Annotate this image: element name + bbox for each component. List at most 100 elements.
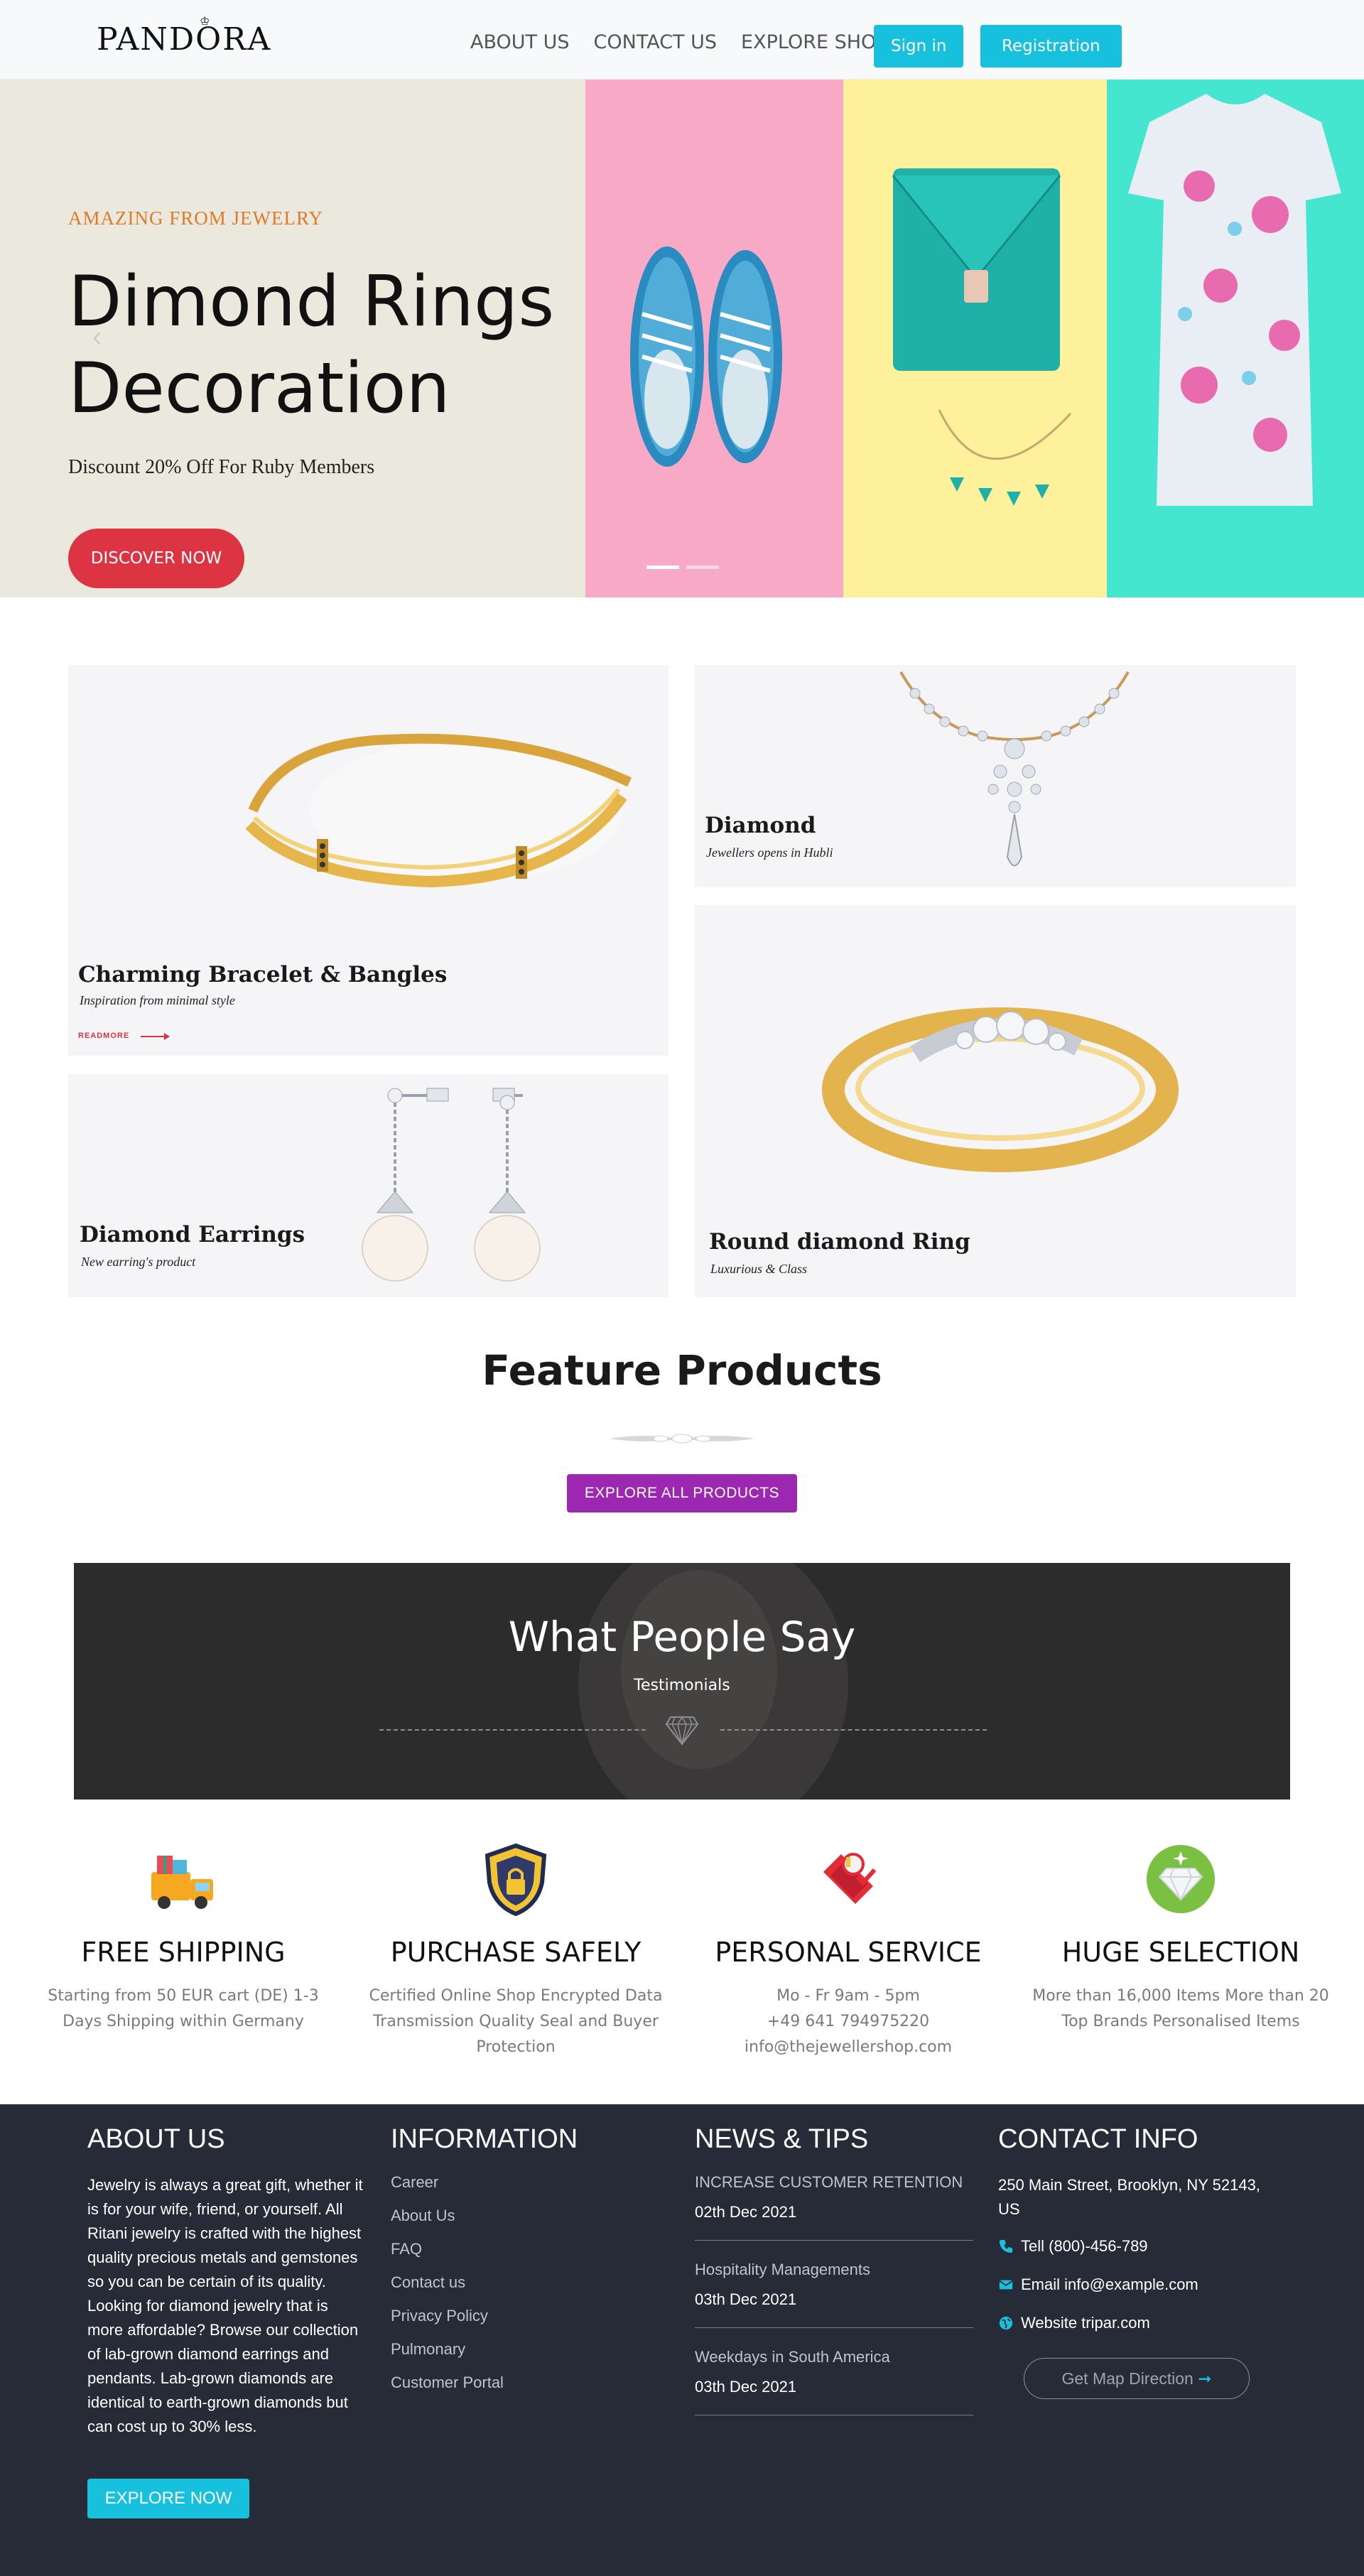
hero-title: Dimond Rings Decoration xyxy=(68,259,554,432)
ornament-divider-icon xyxy=(610,1434,754,1444)
news-date: 02th Dec 2021 xyxy=(695,2203,797,2221)
service-text: More than 16,000 Items More than 20 Top … xyxy=(1032,1987,1329,2030)
testimonials-title: What People Say xyxy=(508,1613,856,1661)
service-hours: Mo - Fr 9am - 5pm xyxy=(776,1987,920,2005)
service-title: HUGE SELECTION xyxy=(1061,1937,1300,1968)
hero-title-line1: Dimond Rings xyxy=(68,261,555,342)
news-item[interactable]: Weekdays in South America 03th Dec 2021 xyxy=(695,2348,973,2415)
discover-now-button[interactable]: DISCOVER NOW xyxy=(68,529,244,588)
footer-news-heading: NEWS & TIPS xyxy=(695,2124,869,2154)
card-earrings-subtitle: New earring's product xyxy=(81,1255,196,1269)
sneakers-illustration xyxy=(630,247,782,467)
contact-email-text: Email info@example.com xyxy=(1021,2275,1198,2293)
news-date: 03th Dec 2021 xyxy=(695,2290,797,2308)
main-nav: ABOUT US CONTACT US EXPLORE SHOP xyxy=(470,31,888,53)
footer-link-pulmonary[interactable]: Pulmonary xyxy=(391,2340,578,2359)
service-text: Certified Online Shop Encrypted Data Tra… xyxy=(369,1987,663,2056)
service-title: PERSONAL SERVICE xyxy=(715,1937,982,1968)
get-map-direction-button[interactable]: Get Map Direction ➞ xyxy=(1024,2358,1250,2399)
footer-about-text: Jewelry is always a great gift, whether … xyxy=(87,2176,363,2435)
crown-icon: ♔ xyxy=(200,14,212,28)
hero-kicker: AMAZING FROM JEWELRY xyxy=(68,207,324,229)
footer-link-faq[interactable]: FAQ xyxy=(391,2240,578,2258)
card-earrings-title: Diamond Earrings xyxy=(80,1222,305,1248)
contact-phone[interactable]: Tell (800)-456-789 xyxy=(998,2237,1282,2256)
globe-icon xyxy=(999,2316,1013,2330)
map-button-label: Get Map Direction xyxy=(1061,2369,1194,2388)
footer-information-heading: INFORMATION xyxy=(391,2124,578,2154)
footer-contact-heading: CONTACT INFO xyxy=(998,2124,1198,2154)
card-diamond-title: Diamond xyxy=(705,813,816,838)
service-text: Mo - Fr 9am - 5pm +49 641 794975220 info… xyxy=(692,1984,1005,2060)
arrow-right-icon xyxy=(141,1033,170,1040)
diamond-icon xyxy=(665,1716,699,1746)
service-purchase-safely: PURCHASE SAFELY Certified Online Shop En… xyxy=(359,1840,672,2060)
news-item[interactable]: INCREASE CUSTOMER RETENTION 02th Dec 202… xyxy=(695,2173,973,2241)
phone-icon xyxy=(999,2239,1013,2253)
divider-left xyxy=(379,1729,646,1731)
signin-button[interactable]: Sign in xyxy=(874,25,964,67)
logo[interactable]: PANDORA ♔ xyxy=(97,14,272,58)
footer: ABOUT US Jewelry is always a great gift,… xyxy=(0,2104,1364,2576)
nav-explore-shop[interactable]: EXPLORE SHOP xyxy=(741,31,888,53)
slide-indicator-1[interactable] xyxy=(646,565,679,569)
news-title[interactable]: Weekdays in South America xyxy=(695,2348,973,2366)
footer-about: ABOUT US Jewelry is always a great gift,… xyxy=(87,2124,366,2518)
secure-shield-icon xyxy=(485,1843,547,1917)
navbar: PANDORA ♔ ABOUT US CONTACT US EXPLORE SH… xyxy=(0,0,1364,80)
page: PANDORA ♔ ABOUT US CONTACT US EXPLORE SH… xyxy=(0,0,1364,2576)
footer-link-privacy-policy[interactable]: Privacy Policy xyxy=(391,2307,578,2325)
card-bracelet[interactable]: Charming Bracelet & Bangles Inspiration … xyxy=(68,665,669,1056)
service-phone: +49 641 794975220 xyxy=(767,2013,930,2030)
footer-link-about-us[interactable]: About Us xyxy=(391,2207,578,2225)
card-ring[interactable]: Round diamond Ring Luxurious & Class xyxy=(695,905,1296,1297)
testimonials-subtitle: Testimonials xyxy=(634,1677,730,1694)
card-bracelet-title: Charming Bracelet & Bangles xyxy=(78,962,448,987)
registration-button[interactable]: Registration xyxy=(980,25,1122,67)
sneakers-image xyxy=(585,80,843,597)
card-diamond[interactable]: Diamond Jewellers opens in Hubli xyxy=(695,665,1296,887)
logo-text: PANDORA xyxy=(97,21,272,58)
floral-dress-image xyxy=(1107,80,1364,597)
card-ring-title: Round diamond Ring xyxy=(709,1229,970,1255)
service-huge-selection: HUGE SELECTION More than 16,000 Items Mo… xyxy=(1024,1840,1337,2035)
clutch-illustration xyxy=(892,168,1072,506)
news-item[interactable]: Hospitality Managements 03th Dec 2021 xyxy=(695,2261,973,2328)
contact-website[interactable]: Website tripar.com xyxy=(998,2314,1282,2332)
hero-title-line2: Decoration xyxy=(68,348,450,429)
service-title: FREE SHIPPING xyxy=(81,1937,286,1968)
footer-about-heading: ABOUT US xyxy=(87,2124,225,2154)
dress-illustration xyxy=(1128,94,1341,506)
card-diamond-subtitle: Jewellers opens in Hubli xyxy=(706,845,833,860)
contact-address: 250 Main Street, Brooklyn, NY 52143, US xyxy=(998,2176,1260,2218)
card-earrings[interactable]: Diamond Earrings New earring's product xyxy=(68,1074,669,1297)
slider-indicators xyxy=(646,565,719,569)
footer-news: NEWS & TIPS INCREASE CUSTOMER RETENTION … xyxy=(695,2124,973,2435)
service-personal-service: PERSONAL SERVICE Mo - Fr 9am - 5pm +49 6… xyxy=(692,1840,1005,2060)
news-title[interactable]: Hospitality Managements xyxy=(695,2261,973,2279)
hero-slider: ‹ AMAZING FROM JEWELRY Dimond Rings Deco… xyxy=(0,80,1364,597)
delivery-truck-icon xyxy=(151,1856,213,1909)
service-free-shipping: FREE SHIPPING Starting from 50 EUR cart … xyxy=(27,1840,340,2035)
news-date: 03th Dec 2021 xyxy=(695,2378,797,2396)
divider-right xyxy=(720,1729,987,1731)
hero-subtitle: Discount 20% Off For Ruby Members xyxy=(68,456,375,478)
news-title[interactable]: INCREASE CUSTOMER RETENTION xyxy=(695,2173,973,2192)
nav-about-us[interactable]: ABOUT US xyxy=(470,31,570,53)
footer-information: INFORMATION Career About Us FAQ Contact … xyxy=(391,2124,578,2407)
nav-contact-us[interactable]: CONTACT US xyxy=(594,31,718,53)
footer-link-career[interactable]: Career xyxy=(391,2173,578,2192)
explore-all-products-button[interactable]: EXPLORE ALL PRODUCTS xyxy=(567,1474,797,1512)
slide-indicator-2[interactable] xyxy=(686,565,719,569)
footer-link-customer-portal[interactable]: Customer Portal xyxy=(391,2374,578,2392)
service-title: PURCHASE SAFELY xyxy=(390,1937,642,1968)
service-email: info@thejewellershop.com xyxy=(744,2038,953,2056)
feature-products-title: Feature Products xyxy=(482,1346,882,1395)
footer-contact: CONTACT INFO 250 Main Street, Brooklyn, … xyxy=(998,2124,1282,2399)
explore-now-button[interactable]: EXPLORE NOW xyxy=(87,2479,249,2518)
footer-link-contact-us[interactable]: Contact us xyxy=(391,2273,578,2292)
readmore-link[interactable]: READMORE xyxy=(78,1032,129,1040)
testimonials-section: What People Say Testimonials xyxy=(74,1563,1290,1800)
arrow-right-icon: ➞ xyxy=(1198,2369,1212,2388)
contact-email[interactable]: Email info@example.com xyxy=(998,2275,1282,2294)
